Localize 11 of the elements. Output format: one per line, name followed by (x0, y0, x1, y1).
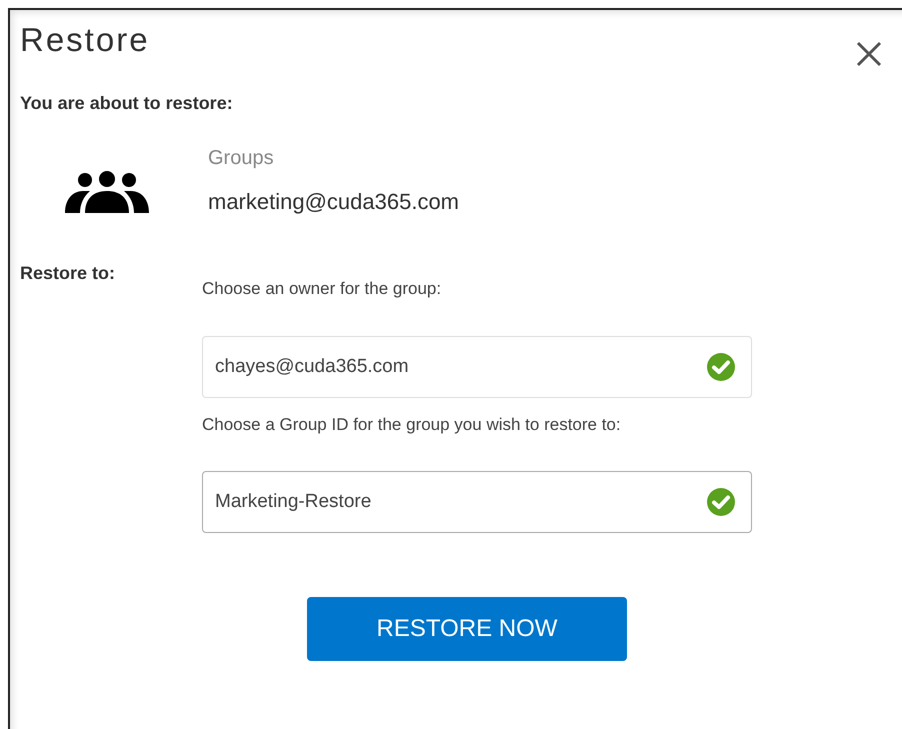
restore-to-label: Restore to: (20, 262, 116, 285)
text-field[interactable]: chayes@cuda365.com (202, 336, 752, 398)
field-label: Choose an owner for the group: (202, 278, 442, 300)
text-field[interactable]: Marketing-Restore (202, 471, 752, 533)
item-type: Groups (208, 146, 275, 171)
field-label: Choose a Group ID for the group you wish to restore to: (202, 414, 622, 436)
section-heading: You are about to restore: (20, 92, 234, 115)
dialog-title: Restore (20, 22, 150, 58)
group-icon (63, 171, 151, 215)
restore-now-button[interactable]: RESTORE NOW (307, 597, 627, 661)
item-name: marketing@cuda365.com (208, 188, 460, 216)
